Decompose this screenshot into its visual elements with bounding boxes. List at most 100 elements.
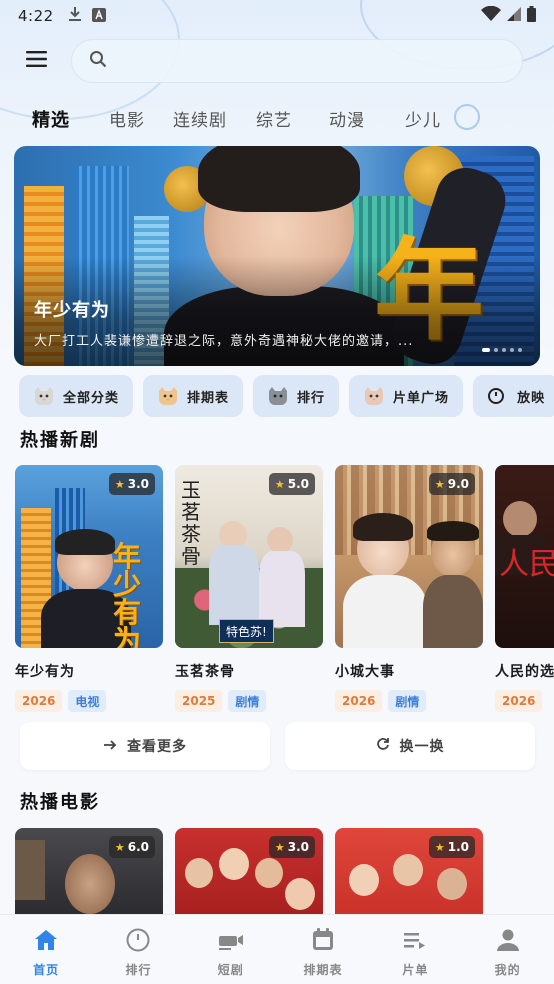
- poster-sub-text: 特色苏!: [219, 619, 274, 643]
- year-tag: 2026: [15, 690, 63, 712]
- rating-value: 1.0: [447, 840, 469, 854]
- tab-series[interactable]: 连续剧: [173, 106, 227, 131]
- home-icon: [33, 927, 59, 953]
- series-card[interactable]: ★ 9.0 小城大事 2026 剧情: [335, 465, 483, 712]
- series-card[interactable]: 玉茗茶骨 特色苏! ★ 5.0 玉茗茶骨 2025 剧情: [175, 465, 323, 712]
- chip-all-categories[interactable]: 全部分类: [19, 375, 134, 417]
- wifi-icon: [481, 5, 501, 26]
- signal-icon: [507, 6, 521, 26]
- profile-icon: [495, 927, 521, 953]
- clock-icon: [487, 387, 509, 405]
- poster-figure: [285, 878, 315, 910]
- nav-label: 排行: [125, 963, 152, 977]
- carousel-indicator: [482, 348, 522, 352]
- nav-profile[interactable]: 我的: [461, 915, 553, 984]
- tab-movies[interactable]: 电影: [109, 106, 145, 131]
- series-title: 小城大事: [335, 664, 395, 680]
- rating-badge: ★ 6.0: [108, 836, 155, 858]
- nav-home[interactable]: 首页: [0, 915, 92, 984]
- section-title-hot-movies: 热播电影: [20, 792, 100, 813]
- year-tag: 2026: [335, 690, 383, 712]
- rating-value: 3.0: [127, 477, 149, 491]
- carousel-dot: [482, 348, 490, 352]
- chip-playlist-plaza[interactable]: 片单广场: [349, 375, 464, 417]
- hero-title: 年少有为: [34, 300, 110, 321]
- status-time: 4:22: [18, 7, 54, 25]
- rating-badge: ★ 3.0: [108, 473, 155, 495]
- status-bar: 4:22: [0, 0, 554, 32]
- chip-label: 片单广场: [393, 390, 450, 406]
- poster-figure: [219, 848, 249, 880]
- poster-title-text: 玉茗茶骨: [181, 478, 201, 568]
- battery-icon: [527, 6, 536, 26]
- genre-tag: 剧情: [228, 690, 267, 712]
- refresh-button[interactable]: 换一换: [285, 722, 535, 770]
- nav-label: 首页: [33, 963, 60, 977]
- nav-short-drama[interactable]: 短剧: [185, 915, 277, 984]
- category-tabs: 精选 电影 连续剧 综艺 动漫 少儿: [0, 100, 554, 136]
- view-more-button[interactable]: 查看更多: [20, 722, 270, 770]
- cat-icon: [363, 387, 385, 405]
- nav-schedule[interactable]: 排期表: [277, 915, 369, 984]
- star-icon: ★: [274, 840, 285, 854]
- poster-figure: [349, 864, 379, 896]
- menu-button[interactable]: [15, 39, 59, 83]
- poster-figure: [503, 501, 537, 537]
- poster-figure: [255, 858, 283, 888]
- rating-value: 3.0: [287, 840, 309, 854]
- home-screen: 4:22 精选 电影 连续剧 综艺 动漫 少儿 年少有为 大厂打工人裴谦惨遭辞退…: [0, 0, 554, 984]
- refresh-icon: [376, 737, 390, 755]
- poster-figure: [65, 854, 115, 914]
- star-icon: ★: [114, 840, 125, 854]
- poster-figure: [423, 575, 483, 648]
- hero-banner[interactable]: 年 年少有为 大厂打工人裴谦惨遭辞退之际，意外奇遇神秘大佬的邀请，...: [14, 146, 540, 366]
- genre-tag: 电视: [68, 690, 107, 712]
- star-icon: ★: [274, 477, 285, 491]
- download-icon: [68, 6, 82, 26]
- refresh-label: 换一换: [399, 739, 445, 755]
- poster-figure: [437, 868, 467, 900]
- hamburger-icon: [26, 51, 48, 71]
- tab-variety[interactable]: 综艺: [256, 106, 292, 131]
- series-card[interactable]: 人民 人民的选 2026: [495, 465, 554, 712]
- arrow-right-icon: [103, 737, 117, 755]
- chip-ranking[interactable]: 排行: [253, 375, 340, 417]
- movie-card[interactable]: ★ 3.0: [175, 828, 323, 918]
- genre-tag: 剧情: [388, 690, 427, 712]
- nav-playlist[interactable]: 片单: [369, 915, 461, 984]
- tab-anime[interactable]: 动漫: [329, 106, 365, 131]
- nav-ranking[interactable]: 排行: [92, 915, 184, 984]
- nav-label: 排期表: [303, 963, 343, 977]
- rating-badge: ★ 3.0: [268, 836, 315, 858]
- calendar-icon: [310, 927, 336, 953]
- carousel-dot: [518, 348, 522, 352]
- cat-icon: [33, 387, 55, 405]
- poster-figure: [343, 575, 427, 648]
- poster-figure: [55, 529, 115, 555]
- poster-figure: [267, 527, 293, 553]
- poster-figure: [185, 858, 213, 888]
- tab-featured[interactable]: 精选: [32, 106, 70, 132]
- search-input[interactable]: [117, 53, 497, 69]
- search-icon: [89, 50, 107, 72]
- poster-figure: [15, 840, 45, 900]
- search-bar[interactable]: [71, 39, 523, 83]
- movie-card[interactable]: ★ 6.0: [15, 828, 163, 918]
- series-title: 年少有为: [15, 664, 75, 680]
- top-bar: [0, 38, 554, 84]
- cat-icon: [157, 387, 179, 405]
- chip-screening[interactable]: 放映: [473, 375, 554, 417]
- rating-badge: ★ 5.0: [268, 473, 315, 495]
- nav-label: 我的: [494, 963, 521, 977]
- poster-figure: [259, 551, 305, 627]
- nav-label: 短剧: [217, 963, 244, 977]
- series-card[interactable]: 年少有为 ★ 3.0 年少有为 2026 电视: [15, 465, 163, 712]
- chip-label: 放映: [517, 390, 546, 406]
- series-title: 人民的选: [495, 664, 554, 680]
- chip-schedule[interactable]: 排期表: [143, 375, 244, 417]
- poster-text: 人民: [499, 547, 554, 582]
- movie-card[interactable]: ★ 1.0: [335, 828, 483, 918]
- poster-text: 年少有为: [113, 540, 142, 649]
- tab-kids[interactable]: 少儿: [405, 106, 441, 131]
- chip-label: 全部分类: [63, 390, 120, 406]
